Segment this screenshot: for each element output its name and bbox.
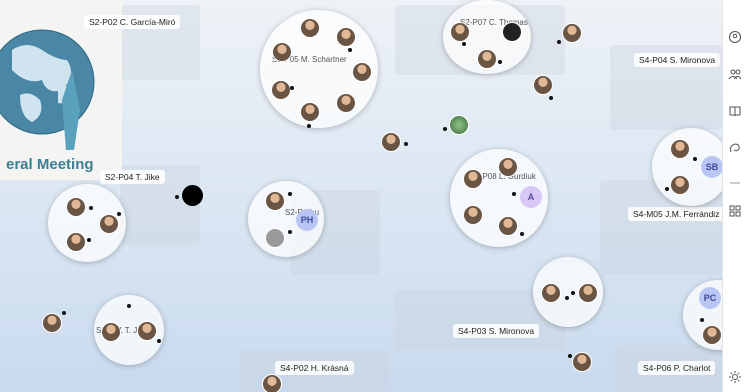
presence-dot	[462, 42, 466, 46]
participant-avatar[interactable]	[300, 18, 320, 38]
presence-dot	[62, 311, 66, 315]
room-label-s2-p04[interactable]: S2-P04 T. Jike	[100, 170, 165, 184]
participant-avatar[interactable]	[463, 169, 483, 189]
participant-initials-avatar[interactable]: SB	[701, 156, 722, 178]
sun-icon[interactable]	[728, 370, 742, 384]
participant-avatar[interactable]	[670, 175, 690, 195]
presence-dot	[571, 291, 575, 295]
room-label-s2-p02[interactable]: S2-P02 C. García-Miró	[84, 15, 181, 29]
presence-dot	[520, 232, 524, 236]
participant-initials-avatar[interactable]: A	[520, 186, 542, 208]
participant-avatar[interactable]	[541, 283, 561, 303]
room-label-s4-p06[interactable]: S4-P06 P. Charlot	[638, 361, 716, 375]
presence-dot	[568, 354, 572, 358]
presence-dot	[157, 339, 161, 343]
presence-dot	[404, 142, 408, 146]
participant-avatar[interactable]	[101, 322, 121, 342]
participant-avatar[interactable]	[66, 197, 86, 217]
presence-dot	[175, 195, 179, 199]
participant-avatar[interactable]	[533, 75, 553, 95]
participant-avatar[interactable]	[463, 205, 483, 225]
participant-avatar[interactable]	[381, 132, 401, 152]
room-label-s4-p04[interactable]: S4-P04 S. Mironova	[634, 53, 721, 67]
map-canvas[interactable]: eral Meeting S2-P02 C. García-Miró S4-P0…	[0, 0, 722, 392]
participant-avatar[interactable]	[702, 325, 722, 345]
participant-initials-avatar[interactable]: PC	[699, 287, 721, 309]
presence-dot	[87, 238, 91, 242]
participant-avatar[interactable]	[262, 374, 282, 392]
participant-avatar[interactable]	[352, 62, 372, 82]
participant-avatar[interactable]	[477, 49, 497, 69]
participant-avatar[interactable]	[498, 157, 518, 177]
presence-dot	[512, 192, 516, 196]
logo-text: eral Meeting	[6, 156, 94, 173]
participant-avatar[interactable]	[449, 115, 469, 135]
presence-dot	[348, 48, 352, 52]
participant-avatar[interactable]	[450, 22, 470, 42]
presence-dot	[443, 127, 447, 131]
presence-dot	[549, 96, 553, 100]
participant-dot[interactable]	[182, 185, 203, 206]
participant-avatar[interactable]	[137, 321, 157, 341]
presence-dot	[665, 187, 669, 191]
participant-avatar[interactable]	[502, 22, 522, 42]
presence-dot	[288, 230, 292, 234]
right-toolbar	[722, 0, 746, 392]
participant-avatar[interactable]	[99, 214, 119, 234]
participant-avatar[interactable]	[300, 102, 320, 122]
participant-avatar[interactable]	[66, 232, 86, 252]
minus-icon	[728, 176, 742, 190]
presence-dot	[89, 206, 93, 210]
presence-dot	[565, 296, 569, 300]
participant-avatar[interactable]	[498, 216, 518, 236]
participant-avatar[interactable]	[572, 352, 592, 372]
room-label-s4-p02[interactable]: S4-P02 H. Krásná	[275, 361, 354, 375]
presence-dot	[693, 157, 697, 161]
presence-dot	[117, 212, 121, 216]
participant-avatar[interactable]	[42, 313, 62, 333]
sign-icon[interactable]	[728, 141, 742, 155]
presence-dot	[307, 124, 311, 128]
book-icon[interactable]	[728, 104, 742, 118]
presence-dot	[498, 60, 502, 64]
participant-avatar[interactable]	[271, 80, 291, 100]
presence-dot	[700, 318, 704, 322]
participant-avatar[interactable]	[272, 42, 292, 62]
room-label-s4-m05[interactable]: S4-M05 J.M. Ferrándiz	[628, 207, 722, 221]
presence-dot	[290, 86, 294, 90]
participant-avatar[interactable]	[562, 23, 582, 43]
presence-dot	[557, 40, 561, 44]
grid-icon[interactable]	[728, 204, 742, 218]
room-label-s4-p03[interactable]: S4-P03 S. Mironova	[453, 324, 540, 338]
participant-avatar[interactable]	[265, 191, 285, 211]
account-icon[interactable]	[728, 30, 742, 44]
presence-dot	[288, 192, 292, 196]
participant-avatar[interactable]	[336, 27, 356, 47]
participant-avatar[interactable]	[265, 228, 285, 248]
participant-avatar[interactable]	[670, 139, 690, 159]
participant-avatar[interactable]	[336, 93, 356, 113]
participant-avatar[interactable]	[578, 283, 598, 303]
presence-dot	[127, 304, 131, 308]
people-icon[interactable]	[728, 67, 742, 81]
participant-initials-avatar[interactable]: PH	[296, 209, 318, 231]
